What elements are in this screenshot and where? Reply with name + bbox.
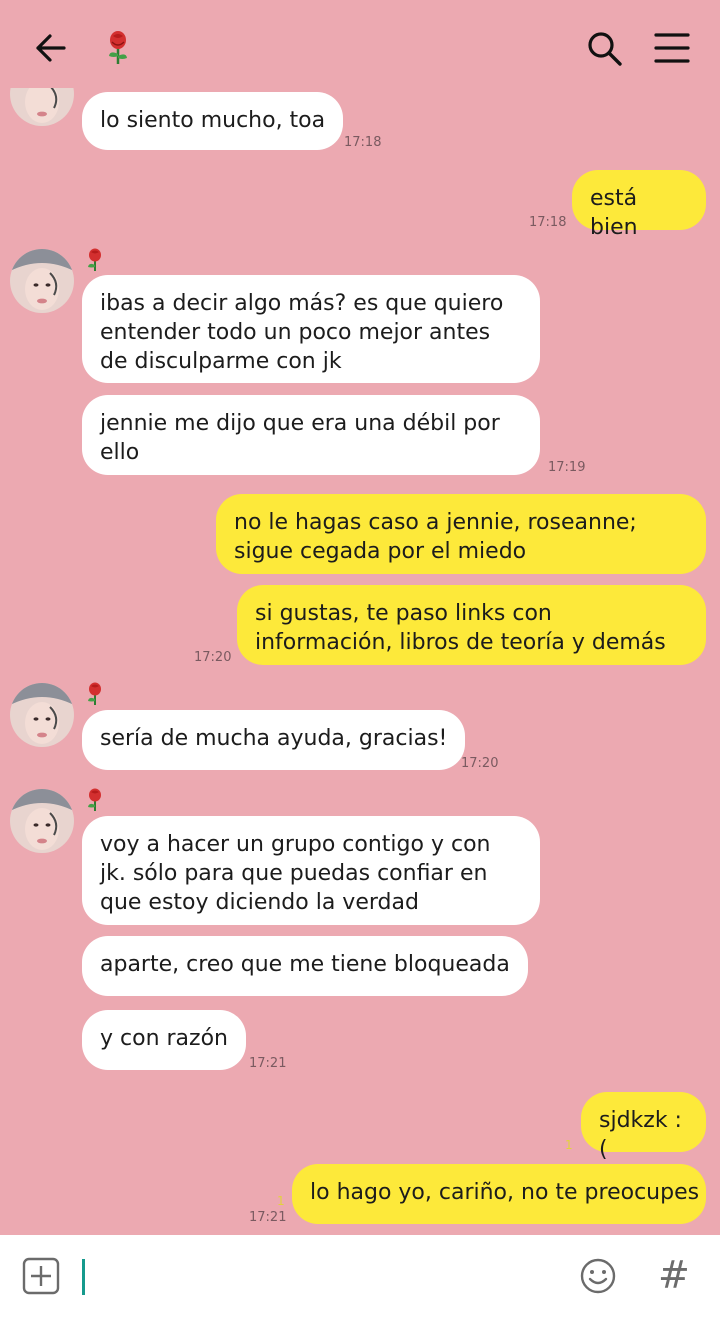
message-time: 17:18 (529, 215, 567, 230)
outgoing-message-bubble[interactable]: sjdkzk :( (581, 1092, 706, 1162)
incoming-message-bubble[interactable]: sería de mucha ayuda, gracias! (82, 710, 466, 770)
message-list[interactable]: lo siento mucho, toa 17:18 está bien 17:… (0, 88, 720, 1235)
message-input[interactable] (82, 1259, 85, 1295)
contact-avatar[interactable] (10, 249, 74, 313)
incoming-message-bubble[interactable]: ibas a decir algo más? es que quiero ent… (82, 275, 540, 383)
message-composer: # (0, 1235, 720, 1317)
contact-avatar[interactable] (10, 683, 74, 747)
message-time: 17:19 (548, 460, 586, 475)
outgoing-message-bubble[interactable]: está bien (572, 170, 706, 240)
message-time: 17:18 (344, 135, 382, 150)
message-time: 17:21 (249, 1210, 287, 1225)
incoming-message-bubble[interactable]: y con razón (82, 1010, 246, 1070)
chat-header (0, 0, 720, 96)
rose-icon (104, 30, 132, 66)
contact-rose-icon (84, 248, 106, 272)
outgoing-message-bubble[interactable]: si gustas, te paso links con información… (237, 585, 706, 665)
smiley-icon[interactable] (579, 1257, 617, 1295)
outgoing-message-bubble[interactable]: lo hago yo, cariño, no te preocupes (292, 1164, 706, 1224)
contact-rose-icon (84, 788, 106, 812)
contact-avatar[interactable] (10, 789, 74, 853)
plus-box-icon[interactable] (22, 1257, 60, 1295)
message-time: 17:20 (194, 650, 232, 665)
incoming-message-bubble[interactable]: jennie me dijo que era una débil por ell… (82, 395, 540, 475)
incoming-message-bubble[interactable]: lo siento mucho, toa (82, 92, 344, 150)
menu-icon[interactable] (652, 30, 692, 66)
back-arrow-icon[interactable] (30, 28, 70, 68)
search-icon[interactable] (584, 28, 624, 68)
outgoing-message-bubble[interactable]: no le hagas caso a jennie, roseanne; sig… (216, 494, 706, 574)
unread-count: 1 (565, 1138, 573, 1152)
contact-rose-icon (84, 682, 106, 706)
incoming-message-bubble[interactable]: voy a hacer un grupo contigo y con jk. s… (82, 816, 540, 925)
message-time: 17:21 (249, 1056, 287, 1071)
contact-avatar[interactable] (10, 88, 74, 126)
incoming-message-bubble[interactable]: aparte, creo que me tiene bloqueada (82, 936, 528, 996)
unread-count: 1 (277, 1194, 285, 1208)
message-time: 17:20 (461, 756, 499, 771)
hashtag-button[interactable]: # (658, 1253, 690, 1297)
